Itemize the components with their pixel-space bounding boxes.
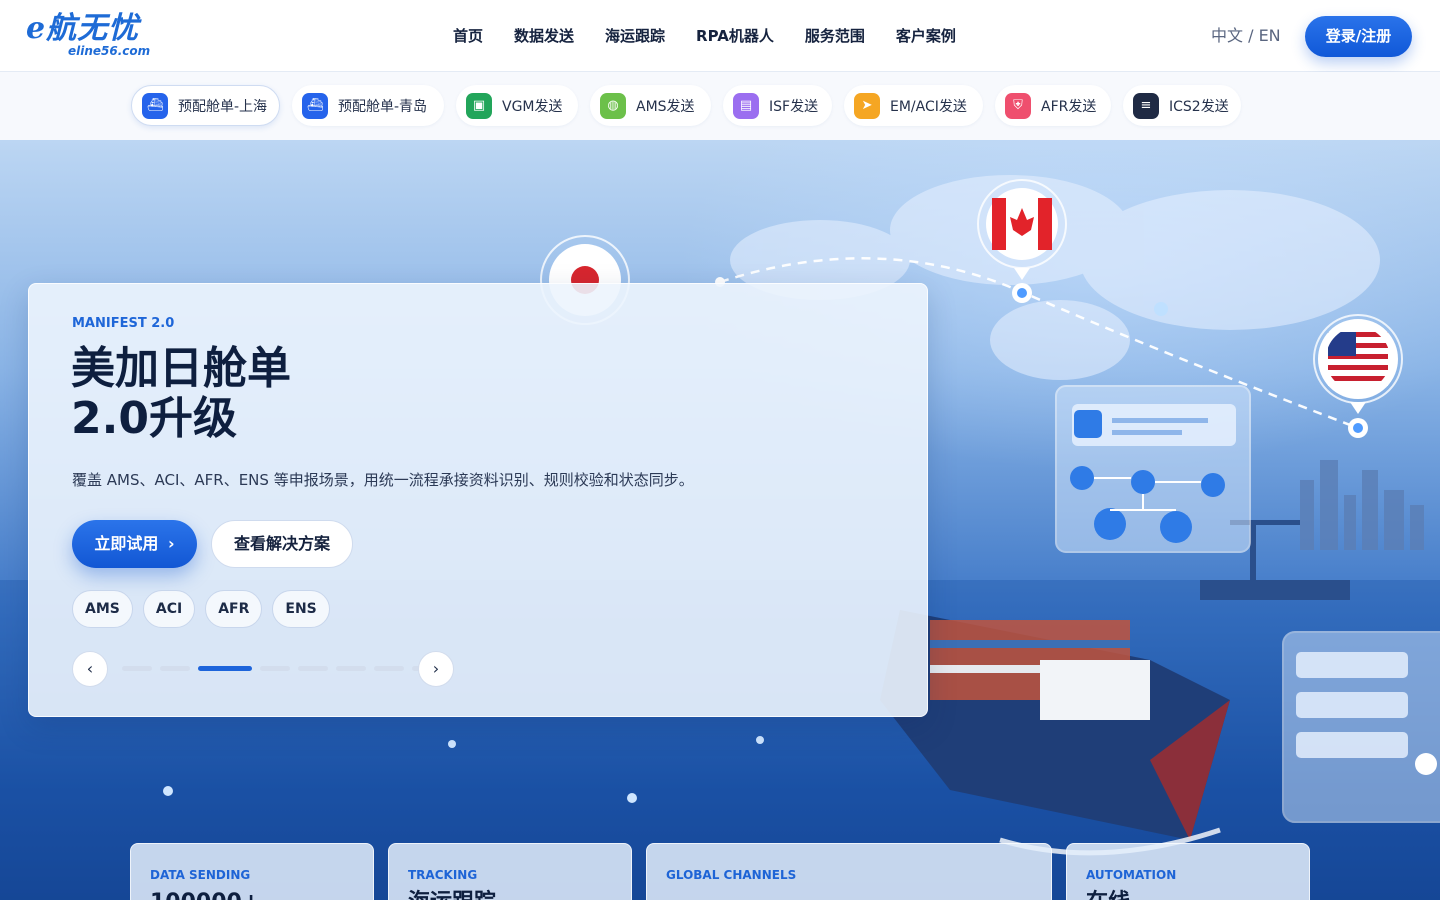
- carousel-dot[interactable]: [336, 666, 366, 671]
- logo-domain: eline56.com: [68, 44, 151, 58]
- quick-item-vgm[interactable]: ▣ VGM发送: [456, 85, 578, 126]
- hero-banner: MANIFEST 2.0 美加日舱单 2.0升级 覆盖 AMS、ACI、AFR、…: [0, 140, 1440, 900]
- carousel-dot[interactable]: [298, 666, 328, 671]
- nav-item-rpa[interactable]: RPA机器人: [696, 26, 774, 46]
- quick-item-ams[interactable]: ◍ AMS发送: [590, 85, 711, 126]
- tag-ens[interactable]: ENS: [272, 590, 330, 628]
- hero-kicker: MANIFEST 2.0: [72, 316, 175, 331]
- view-solutions-button[interactable]: 查看解决方案: [211, 520, 353, 568]
- quick-item-label: AMS发送: [636, 98, 695, 115]
- top-header: e航无忧 eline56.com 首页 数据发送 海运跟踪 RPA机器人 服务范…: [0, 0, 1440, 72]
- stat-card-global-channels: GLOBAL CHANNELS: [646, 843, 1052, 900]
- nav-item-services[interactable]: 服务范围: [805, 26, 865, 46]
- declaration-tags: AMS ACI AFR ENS: [72, 590, 330, 628]
- quick-item-label: EM/ACI发送: [890, 98, 967, 115]
- stat-label: DATA SENDING: [150, 868, 251, 882]
- quick-item-label: VGM发送: [502, 98, 563, 115]
- quick-item-em-aci[interactable]: ➤ EM/ACI发送: [844, 85, 983, 126]
- quick-item-afr[interactable]: ⛨ AFR发送: [995, 85, 1111, 126]
- quick-item-manifest-shanghai[interactable]: ⛴ 预配舱单-上海: [131, 85, 280, 126]
- carousel-prev-button[interactable]: ‹: [72, 651, 108, 687]
- stat-value: 海运跟踪: [408, 890, 496, 900]
- checklist-panel-illustration: [1282, 631, 1440, 823]
- stat-card-data-sending: DATA SENDING 100000+: [130, 843, 374, 900]
- tag-ams[interactable]: AMS: [72, 590, 133, 628]
- hero-title-line1: 美加日舱单: [71, 343, 291, 394]
- carousel-dot[interactable]: [374, 666, 404, 671]
- stat-value: 在线: [1086, 890, 1130, 900]
- stat-card-automation: AUTOMATION 在线: [1066, 843, 1310, 900]
- carousel-pagination: [122, 666, 450, 671]
- service-quickbar: ⛴ 预配舱单-上海 ⛴ 预配舱单-青岛 ▣ VGM发送 ◍ AMS发送 ▤ IS…: [0, 72, 1440, 140]
- ship-icon: ⛴: [302, 92, 328, 119]
- document-icon: ▤: [733, 92, 759, 119]
- quick-item-label: AFR发送: [1041, 98, 1097, 115]
- language-switch[interactable]: 中文 / EN: [1211, 26, 1281, 46]
- ship-doc-icon: ⛴: [142, 92, 168, 119]
- send-icon: ➤: [854, 92, 880, 119]
- lock-icon: ▣: [466, 92, 492, 119]
- nav-item-home[interactable]: 首页: [453, 26, 483, 46]
- nav-item-tracking[interactable]: 海运跟踪: [605, 26, 665, 46]
- hero-title: 美加日舱单 2.0升级: [71, 344, 291, 444]
- tag-aci[interactable]: ACI: [142, 590, 196, 628]
- main-nav: 首页 数据发送 海运跟踪 RPA机器人 服务范围 客户案例: [453, 26, 956, 46]
- stat-label: GLOBAL CHANNELS: [666, 868, 797, 882]
- quick-item-label: ISF发送: [769, 98, 819, 115]
- carousel-dot[interactable]: [260, 666, 290, 671]
- carousel-dot[interactable]: [198, 666, 252, 671]
- hero-description: 覆盖 AMS、ACI、AFR、ENS 等申报场景，用统一流程承接资料识别、规则校…: [72, 471, 694, 489]
- stat-card-tracking: TRACKING 海运跟踪: [388, 843, 632, 900]
- quick-item-label: 预配舱单-上海: [178, 98, 268, 115]
- shield-icon: ⛨: [1005, 92, 1031, 119]
- brand-logo[interactable]: e航无忧 eline56.com: [26, 12, 154, 60]
- hero-glass-card: MANIFEST 2.0 美加日舱单 2.0升级 覆盖 AMS、ACI、AFR、…: [28, 283, 928, 717]
- stat-label: TRACKING: [408, 868, 478, 882]
- hero-title-line2: 2.0升级: [71, 393, 237, 444]
- list-icon: ≡: [1133, 92, 1159, 119]
- carousel-dot[interactable]: [122, 666, 152, 671]
- nav-item-data-sending[interactable]: 数据发送: [514, 26, 574, 46]
- usa-flag-pin: [1313, 314, 1403, 414]
- quick-item-manifest-qingdao[interactable]: ⛴ 预配舱单-青岛: [292, 85, 444, 126]
- try-now-button[interactable]: 立即试用 ›: [72, 520, 197, 568]
- tag-afr[interactable]: AFR: [205, 590, 263, 628]
- quick-item-label: ICS2发送: [1169, 98, 1229, 115]
- stat-label: AUTOMATION: [1086, 868, 1177, 882]
- chevron-right-icon: ›: [168, 534, 175, 553]
- quick-item-label: 预配舱单-青岛: [338, 98, 428, 115]
- carousel-next-button[interactable]: ›: [418, 651, 454, 687]
- workflow-panel-illustration: [1055, 385, 1251, 553]
- nav-item-cases[interactable]: 客户案例: [896, 26, 956, 46]
- quick-item-ics2[interactable]: ≡ ICS2发送: [1123, 85, 1241, 126]
- globe-icon: ◍: [600, 92, 626, 119]
- carousel-dot[interactable]: [160, 666, 190, 671]
- login-register-button[interactable]: 登录/注册: [1305, 16, 1412, 57]
- logo-wordmark: e航无忧: [26, 11, 140, 46]
- try-now-label: 立即试用: [94, 534, 159, 553]
- quick-item-isf[interactable]: ▤ ISF发送: [723, 85, 832, 126]
- stat-value: 100000+: [150, 890, 260, 900]
